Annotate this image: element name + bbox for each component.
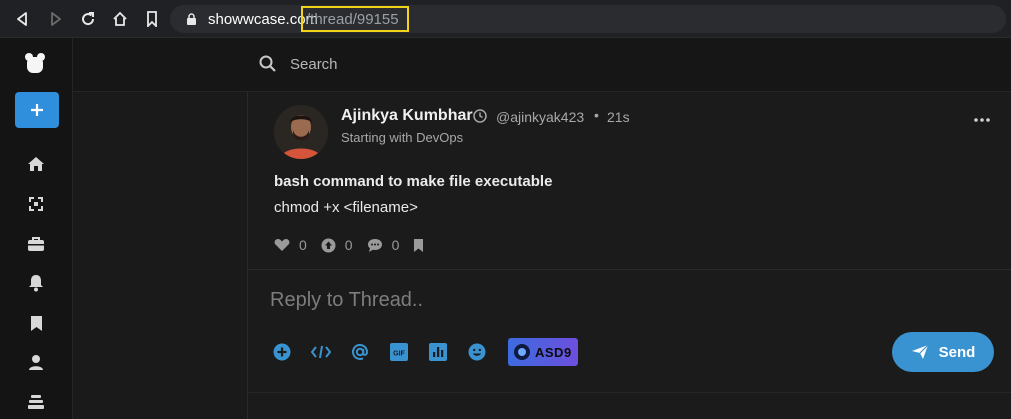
- like-count: 0: [299, 237, 307, 253]
- search-bar[interactable]: Search: [73, 38, 1011, 92]
- reload-icon[interactable]: [78, 9, 98, 29]
- bookmark-icon: [414, 238, 424, 252]
- poll-chart-icon[interactable]: [428, 342, 448, 362]
- comment-action[interactable]: 0: [367, 237, 400, 253]
- browser-toolbar: showwcase.com /thread/99155: [0, 0, 1011, 38]
- asd-badge-icon: [514, 344, 530, 360]
- asd-extension-badge[interactable]: ASD9: [508, 338, 578, 366]
- avatar[interactable]: [274, 105, 328, 159]
- gif-icon[interactable]: GIF: [389, 342, 409, 362]
- upvote-action[interactable]: 0: [321, 237, 353, 253]
- create-post-button[interactable]: [15, 92, 59, 128]
- main-content: Search Ajinkya Kumbhar @ajinkyak423 • 21…: [73, 38, 1011, 419]
- post-body: chmod +x <filename>: [274, 199, 418, 216]
- post-timestamp: 21s: [607, 109, 630, 125]
- jobs-briefcase-icon[interactable]: [26, 234, 46, 254]
- bookmark-action[interactable]: [413, 238, 424, 253]
- url-path-highlight: /thread/99155: [301, 6, 409, 32]
- reply-input[interactable]: Reply to Thread..: [270, 289, 423, 312]
- post-divider: [248, 269, 1011, 270]
- notifications-bell-icon[interactable]: [26, 273, 46, 293]
- post-actions: 0 0 0: [274, 236, 438, 254]
- meta-separator: •: [594, 107, 599, 123]
- explore-nav-icon[interactable]: [26, 194, 46, 214]
- emoji-icon[interactable]: [467, 342, 487, 362]
- mention-icon[interactable]: [350, 342, 370, 362]
- post-title: bash command to make file executable: [274, 173, 553, 190]
- address-bar[interactable]: showwcase.com /thread/99155: [170, 5, 1006, 33]
- home-icon[interactable]: [110, 9, 130, 29]
- comment-count: 0: [391, 237, 400, 253]
- upvote-icon: [321, 238, 336, 252]
- bookmarks-nav-icon[interactable]: [26, 313, 46, 333]
- send-label: Send: [938, 343, 976, 361]
- author-name[interactable]: Ajinkya Kumbhar: [341, 107, 473, 125]
- reply-toolbar: GIF ASD9: [272, 338, 578, 366]
- thread-post: Ajinkya Kumbhar @ajinkyak423 • 21s Start…: [247, 92, 1011, 419]
- clock-icon: [473, 109, 487, 128]
- profile-user-icon[interactable]: [26, 352, 46, 372]
- back-icon[interactable]: [12, 9, 32, 29]
- lock-icon: [186, 13, 197, 31]
- url-path: /thread/99155: [306, 11, 399, 28]
- stack-layers-icon[interactable]: [26, 392, 46, 412]
- code-snippet-icon[interactable]: [311, 342, 331, 362]
- forward-icon[interactable]: [46, 9, 66, 29]
- send-button[interactable]: Send: [892, 332, 994, 372]
- paper-plane-icon: [911, 344, 929, 359]
- bookmark-page-icon[interactable]: [142, 9, 162, 29]
- plus-icon: [31, 104, 43, 116]
- like-action[interactable]: 0: [274, 237, 307, 253]
- search-icon: [259, 55, 277, 78]
- showwcase-logo-icon[interactable]: [23, 51, 47, 75]
- add-attachment-icon[interactable]: [272, 342, 292, 362]
- heart-icon: [274, 239, 290, 251]
- author-subtitle: Starting with DevOps: [341, 130, 464, 145]
- bottom-divider: [248, 392, 1011, 393]
- left-sidebar: [0, 38, 73, 419]
- asd-badge-label: ASD9: [535, 344, 572, 360]
- more-options-icon[interactable]: [974, 110, 990, 128]
- comment-icon: [367, 238, 382, 252]
- author-handle[interactable]: @ajinkyak423: [496, 109, 584, 125]
- home-nav-icon[interactable]: [26, 154, 46, 174]
- upvote-count: 0: [344, 237, 353, 253]
- search-input[interactable]: Search: [290, 56, 338, 73]
- svg-text:GIF: GIF: [393, 351, 405, 358]
